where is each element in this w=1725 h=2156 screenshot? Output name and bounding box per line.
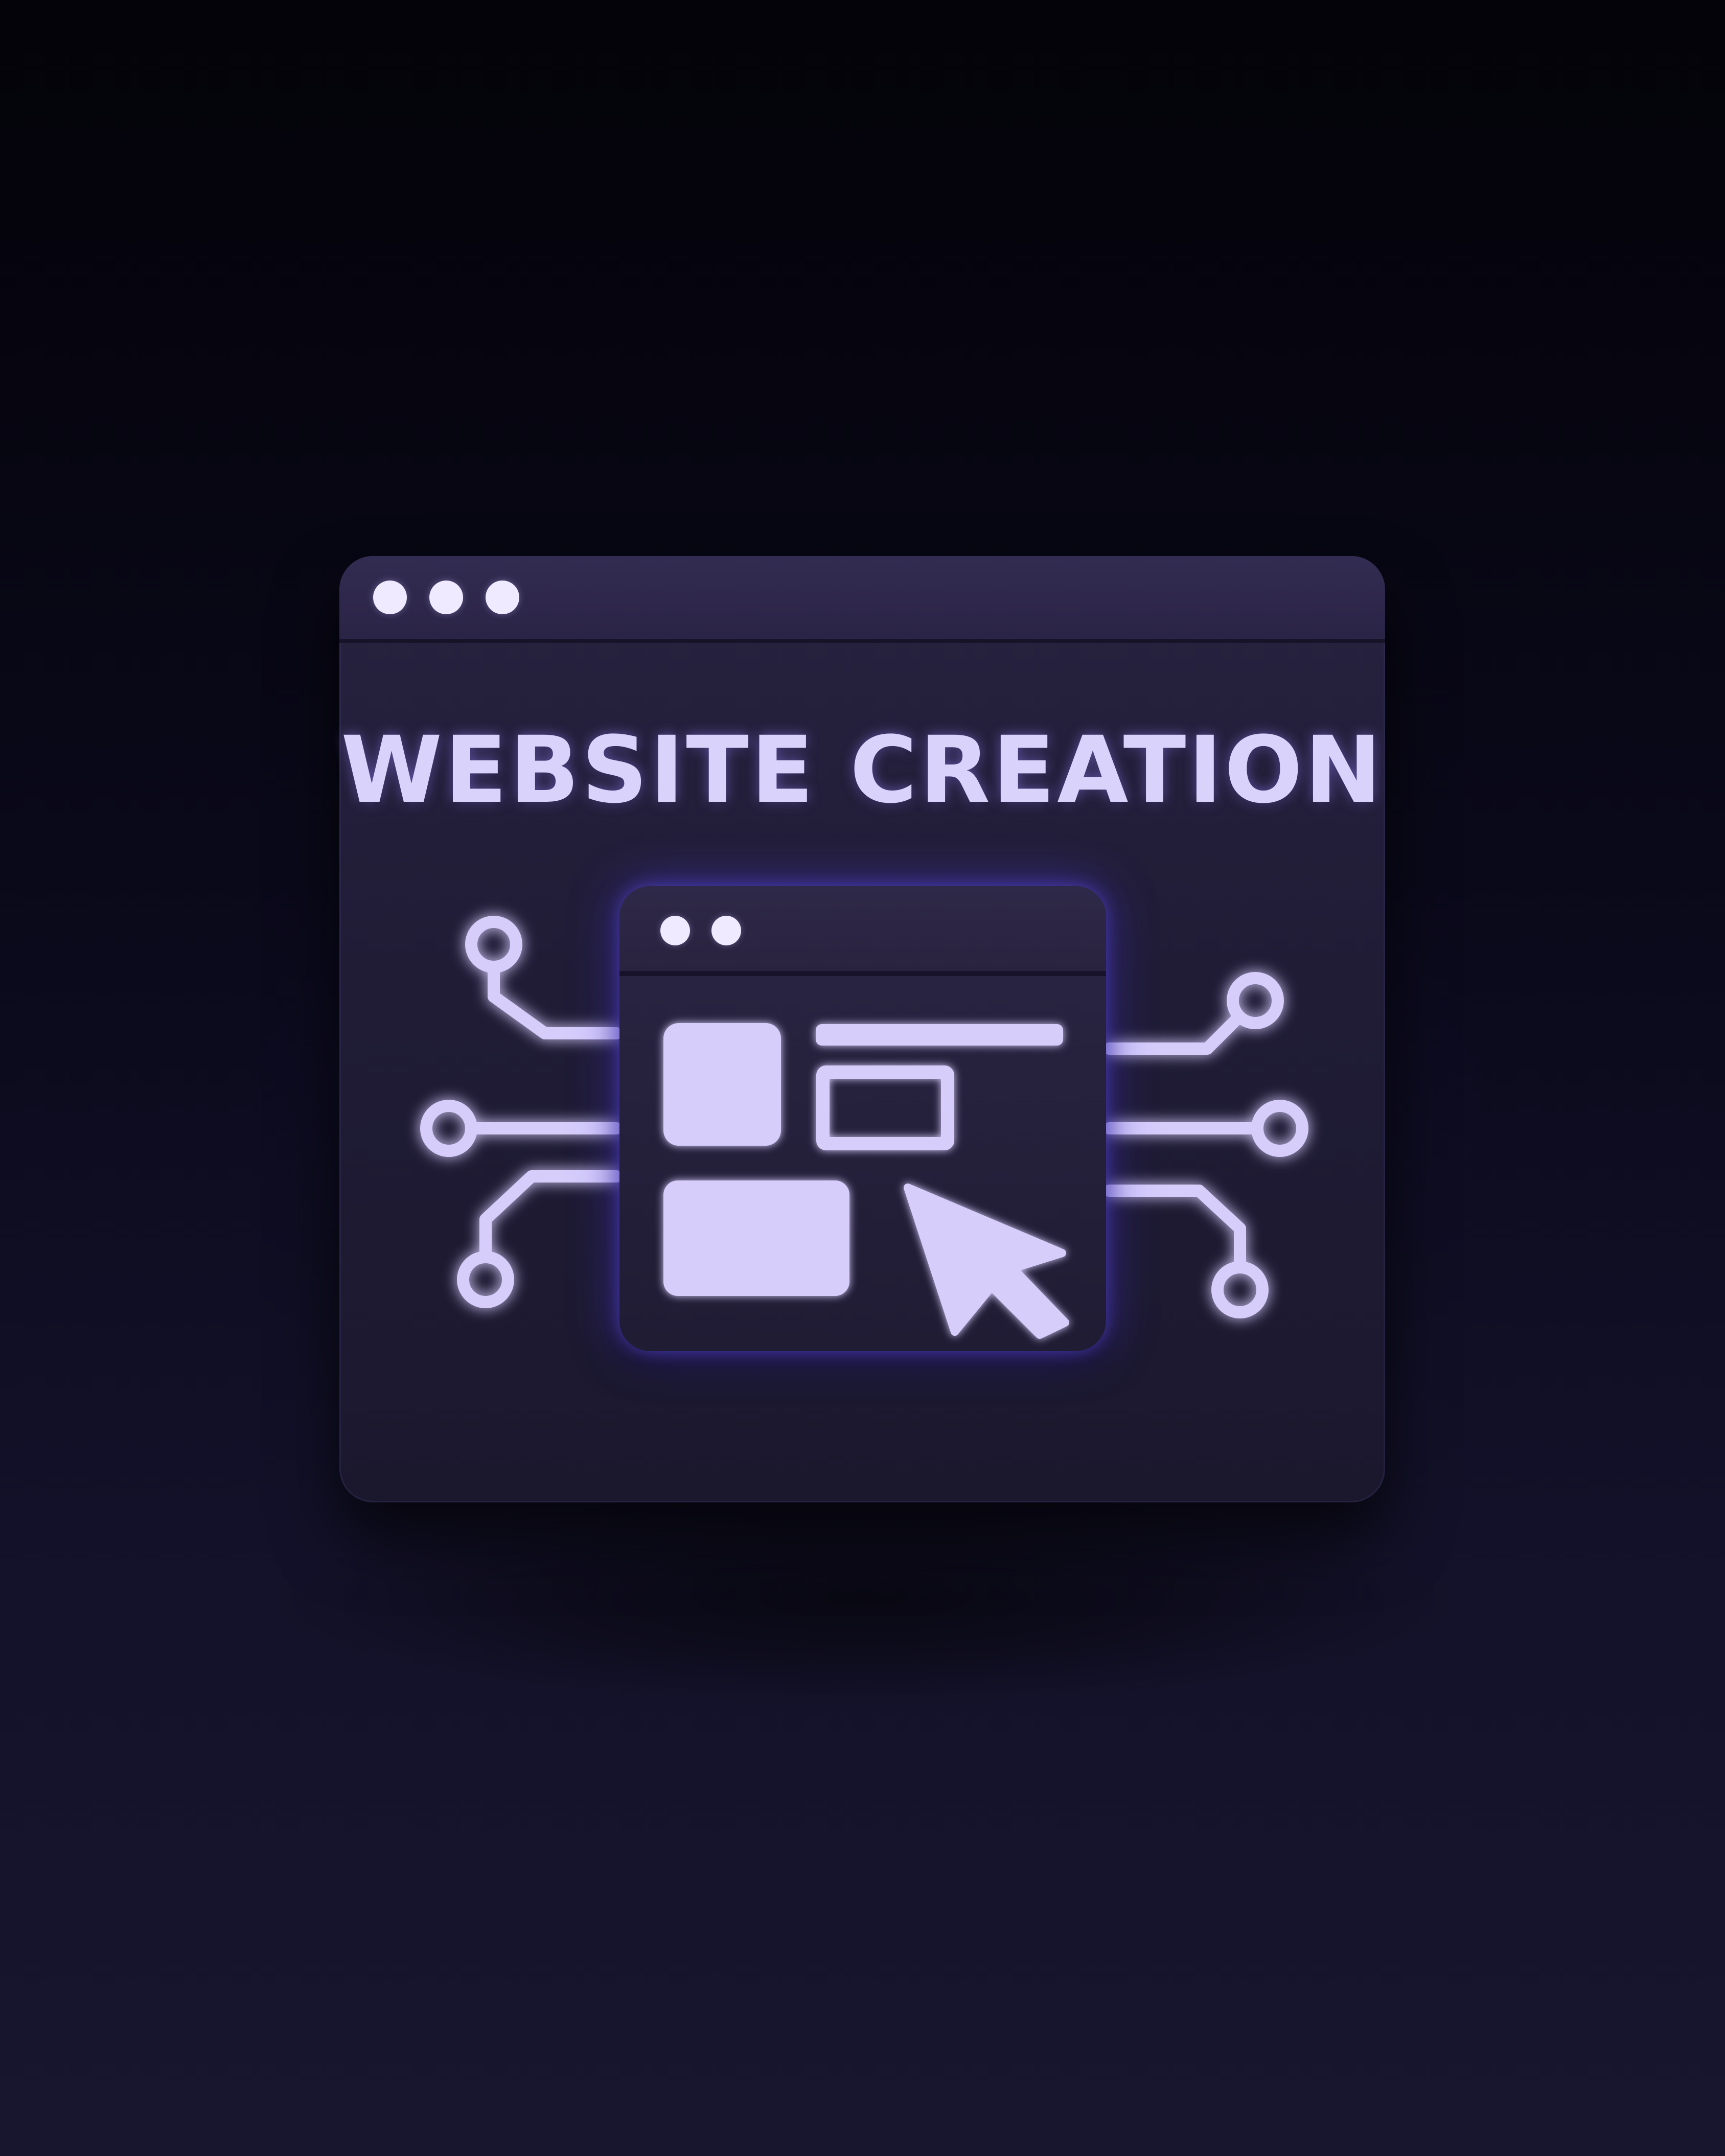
circuit-node-icon [420, 1100, 477, 1157]
layout-header-bar [816, 1024, 1063, 1046]
circuit-node-icon [1251, 1100, 1308, 1157]
mouse-pointer-icon [904, 1184, 1069, 1339]
circuit-node-icon [1211, 1261, 1269, 1318]
circuit-line-left-bottom [479, 1170, 623, 1263]
layout-frame [816, 1065, 954, 1150]
inner-browser-window [619, 886, 1106, 1351]
circuit-node-icon [465, 916, 522, 973]
layout-block-large [663, 1023, 781, 1146]
layout-block-wide [663, 1180, 849, 1296]
layout-blocks-icon [663, 1023, 1069, 1339]
circuit-node-icon [457, 1251, 514, 1308]
circuit-line-right-top [1103, 1013, 1243, 1055]
circuit-line-left-top [488, 964, 623, 1039]
circuit-line-right-bottom [1103, 1185, 1246, 1273]
circuit-node-icon [1227, 972, 1284, 1029]
